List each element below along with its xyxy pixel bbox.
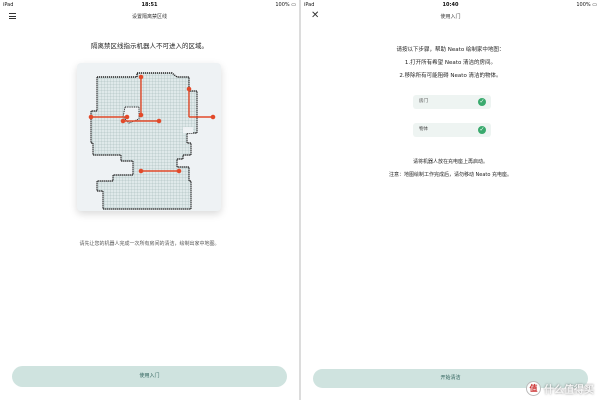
- check-label: 物体: [419, 127, 428, 132]
- nav-bar: 设置隔离禁区线: [0, 10, 299, 24]
- note-line: 注意：地图绘制工作完成后，请勿移动 Neato 充电座。: [388, 172, 513, 178]
- watermark-logo-icon: 值: [526, 381, 541, 396]
- nav-bar: ✕ 使用入门: [301, 10, 600, 24]
- note-line: 请将机器人放在充电座上再启动。: [412, 159, 488, 165]
- page-heading: 隔离禁区线指示机器人不可进入的区域。: [91, 42, 208, 50]
- checkmark-icon: ✓: [478, 98, 486, 106]
- floor-map: [88, 72, 216, 210]
- battery-level: 100% ▭: [576, 2, 597, 8]
- floor-map-card[interactable]: [77, 63, 221, 211]
- nav-title: 使用入门: [440, 14, 461, 20]
- instructions: 请按以下步骤，帮助 Neato 绘制家中地图： 1.打开所有希望 Neato 清…: [301, 44, 600, 83]
- notes: 请将机器人放在充电座上再启动。 注意：地图绘制工作完成后，请勿移动 Neato …: [301, 156, 600, 182]
- battery-level: 100% ▭: [275, 2, 296, 8]
- map-area: [90, 72, 198, 210]
- battery-percent: 100%: [275, 2, 290, 8]
- right-screen: iPad 10:40 100% ▭ ✕ 使用入门 请按以下步骤，帮助 Neato…: [301, 0, 600, 400]
- watermark: 值 什么值得买: [526, 381, 594, 396]
- nav-title: 设置隔离禁区线: [131, 14, 167, 20]
- check-row-objects[interactable]: 物体 ✓: [413, 123, 491, 137]
- status-time: 18:51: [141, 2, 158, 8]
- check-row-doors[interactable]: 房门 ✓: [413, 95, 491, 109]
- watermark-text: 什么值得买: [544, 385, 594, 396]
- instruction-line: 1.打开所有希望 Neato 清洁的房间。: [404, 60, 497, 66]
- status-bar: iPad 10:40 100% ▭: [301, 0, 600, 10]
- get-started-button[interactable]: 使用入门: [12, 366, 287, 387]
- instruction-line: 请按以下步骤，帮助 Neato 绘制家中地图：: [396, 47, 505, 53]
- hint-text: 请先让您的机器人完成一次所有房间的清洁，绘制出家中地图。: [79, 241, 220, 247]
- left-screen: iPad 18:51 100% ▭ 设置隔离禁区线 隔离禁区线指示机器人不可进入…: [0, 0, 299, 400]
- status-bar: iPad 18:51 100% ▭: [0, 0, 299, 10]
- check-label: 房门: [419, 99, 428, 104]
- battery-percent: 100%: [576, 2, 591, 8]
- checkmark-icon: ✓: [478, 126, 486, 134]
- instruction-line: 2.移除所有可能阻碍 Neato 清洁的物体。: [399, 73, 502, 79]
- status-time: 10:40: [442, 2, 459, 8]
